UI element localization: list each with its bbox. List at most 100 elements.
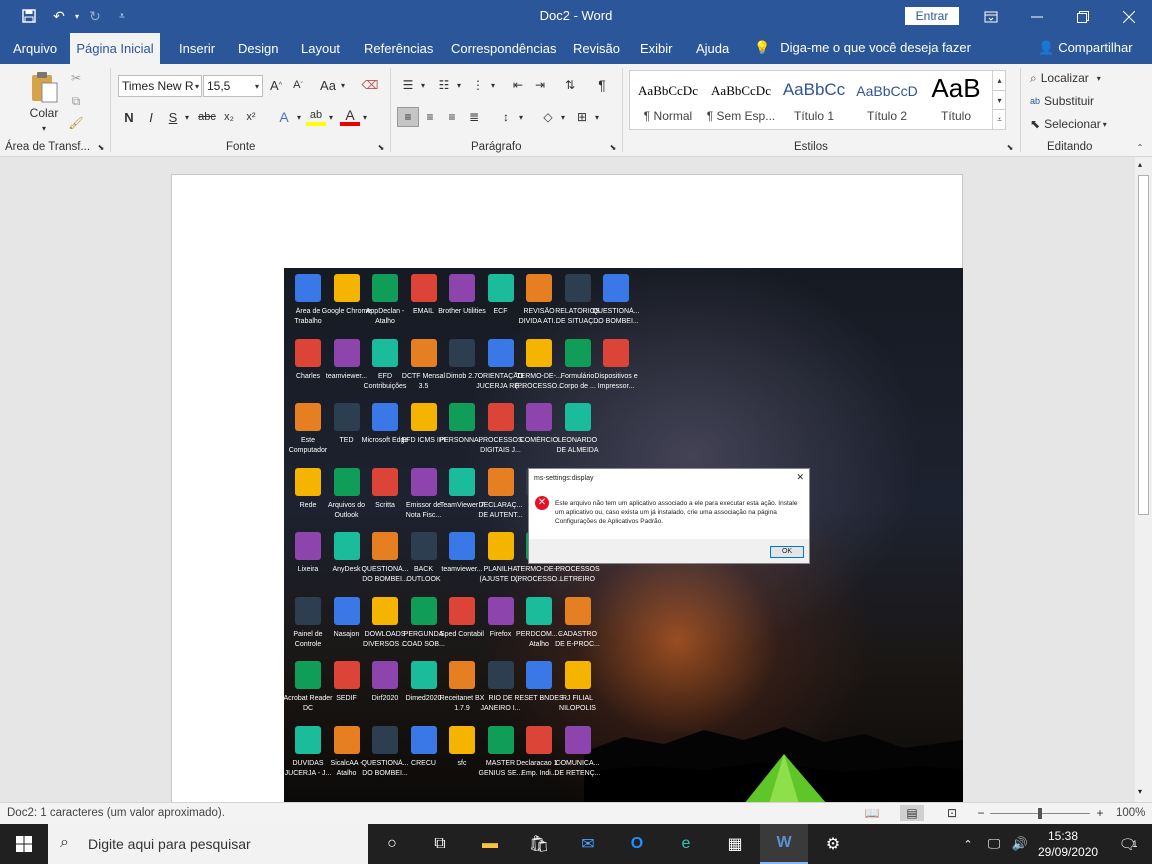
file-explorer-icon[interactable]: ▬ xyxy=(466,824,514,864)
style-heading-2[interactable]: AaBbCcD Título 2 xyxy=(851,71,923,129)
tab-design[interactable]: Design xyxy=(238,41,278,56)
desktop-icon[interactable]: COMUNICA... DE RETENÇ... xyxy=(554,720,601,784)
desktop-icon[interactable]: RJ FILIAL NILOPOLIS xyxy=(556,655,600,719)
word-taskbar-icon[interactable]: W xyxy=(760,824,808,864)
notifications-icon[interactable]: 🗨 1 xyxy=(1104,824,1152,864)
replace-button[interactable]: ab Substituir xyxy=(1030,93,1120,109)
restore-button[interactable] xyxy=(1060,0,1106,33)
tell-me-search[interactable]: 💡 Diga-me o que você deseja fazer xyxy=(754,40,971,56)
borders-dropdown-icon[interactable]: ▾ xyxy=(592,110,602,124)
store-icon[interactable]: 🛍 xyxy=(515,824,563,864)
text-effects-icon[interactable]: A xyxy=(274,108,294,126)
taskbar-search-input[interactable]: ⌕ Digite aqui para pesquisar xyxy=(48,824,368,864)
paste-dropdown-icon[interactable]: ▾ xyxy=(38,123,50,133)
minimize-button[interactable] xyxy=(1014,0,1060,33)
bold-button[interactable]: N xyxy=(120,108,138,126)
copy-icon[interactable]: ⧉ xyxy=(68,93,84,109)
cut-icon[interactable]: ✂ xyxy=(68,70,84,86)
edge-icon[interactable]: e xyxy=(662,824,710,864)
zoom-out-icon[interactable]: − xyxy=(975,805,987,821)
align-right-icon[interactable]: ≡ xyxy=(442,107,462,127)
tab-exibir[interactable]: Exibir xyxy=(640,41,673,56)
paragraph-launcher-icon[interactable]: ⬊ xyxy=(608,142,618,152)
ribbon-display-options-icon[interactable] xyxy=(968,0,1014,33)
print-layout-icon[interactable]: ▤ xyxy=(900,805,924,821)
windows-start-icon[interactable] xyxy=(0,824,48,864)
paste-button[interactable]: Colar xyxy=(22,105,66,121)
styles-more-icon[interactable]: ⩡ xyxy=(992,109,1006,129)
style-heading-1[interactable]: AaBbCc Título 1 xyxy=(778,71,850,129)
desktop-icon[interactable]: QUESTIONÁ... DO BOMBEI... xyxy=(592,268,640,332)
vertical-scrollbar[interactable]: ▴ ▾ xyxy=(1135,157,1152,802)
font-name-input[interactable]: Times New R xyxy=(118,75,202,97)
calculator-icon[interactable]: ▦ xyxy=(711,824,759,864)
borders-icon[interactable]: ⊞ xyxy=(572,107,592,127)
collapse-ribbon-icon[interactable]: ⌃ xyxy=(1134,142,1146,152)
highlight-dropdown-icon[interactable]: ▾ xyxy=(326,110,336,124)
zoom-in-icon[interactable]: + xyxy=(1094,805,1106,821)
show-hidden-icons-icon[interactable]: ⌃ xyxy=(956,824,980,864)
find-button[interactable]: ⌕ Localizar ▾ xyxy=(1030,70,1120,86)
tab-pagina-inicial[interactable]: Página Inicial xyxy=(70,33,160,64)
tab-referencias[interactable]: Referências xyxy=(364,41,433,56)
scrollbar-thumb[interactable] xyxy=(1138,175,1149,515)
volume-icon[interactable]: 🔊 xyxy=(1008,824,1032,864)
clear-formatting-icon[interactable]: ⌫ xyxy=(360,76,380,94)
shading-dropdown-icon[interactable]: ▾ xyxy=(558,110,568,124)
underline-button[interactable]: S xyxy=(164,108,182,126)
mail-icon[interactable]: ✉ xyxy=(564,824,612,864)
underline-dropdown-icon[interactable]: ▾ xyxy=(182,110,192,124)
signin-button[interactable]: Entrar xyxy=(905,7,959,25)
close-button[interactable] xyxy=(1106,0,1152,33)
strikethrough-button[interactable]: abc xyxy=(196,108,218,126)
dialog-ok-button[interactable]: OK xyxy=(770,546,804,558)
network-icon[interactable]: 🖵 xyxy=(982,824,1006,864)
desktop-icon[interactable]: LEONARDO DE ALMEIDA xyxy=(556,397,600,461)
shrink-font-icon[interactable]: Aˇ xyxy=(290,76,306,94)
font-color-icon[interactable]: A xyxy=(340,107,360,126)
align-center-icon[interactable]: ≡ xyxy=(420,107,440,127)
cortana-icon[interactable]: ○ xyxy=(368,824,416,864)
dialog-close-icon[interactable]: ✕ xyxy=(796,472,804,483)
subscript-button[interactable]: x₂ xyxy=(220,108,238,126)
desktop-icon[interactable]: CADASTRO DE E-PROC... xyxy=(555,591,600,655)
bullets-icon[interactable]: ☰ xyxy=(398,76,418,94)
font-launcher-icon[interactable]: ⬊ xyxy=(376,142,386,152)
desktop-icon[interactable]: Dispositivos e Impressor... xyxy=(594,333,638,397)
font-size-dropdown-icon[interactable]: ▾ xyxy=(252,79,262,93)
outlook-icon[interactable]: O xyxy=(613,824,661,864)
zoom-slider-thumb[interactable] xyxy=(1038,808,1042,819)
tab-inserir[interactable]: Inserir xyxy=(179,41,215,56)
taskbar-clock[interactable]: 15:38 29/09/2020 xyxy=(1038,828,1098,860)
align-left-icon[interactable]: ≡ xyxy=(397,107,419,127)
paste-icon[interactable] xyxy=(28,70,60,104)
select-button[interactable]: ⬉ Selecionar ▾ xyxy=(1030,116,1120,132)
style-no-spacing[interactable]: AaBbCcDc ¶ Sem Esp... xyxy=(705,71,777,129)
web-layout-icon[interactable]: ⊡ xyxy=(942,805,962,821)
show-formatting-icon[interactable]: ¶ xyxy=(592,76,612,94)
shading-icon[interactable]: ◇ xyxy=(538,107,558,127)
read-mode-icon[interactable]: 📖 xyxy=(862,805,882,821)
task-view-icon[interactable]: ⧉ xyxy=(416,824,464,864)
bullets-dropdown-icon[interactable]: ▾ xyxy=(418,78,428,92)
numbering-dropdown-icon[interactable]: ▾ xyxy=(454,78,464,92)
highlight-icon[interactable]: ab xyxy=(306,108,326,126)
settings-icon[interactable]: ⚙ xyxy=(809,824,857,864)
document-page[interactable]: Área de Trabalho Google Chrome AppDeclan -… xyxy=(171,174,963,814)
tab-arquivo[interactable]: Arquivo xyxy=(13,41,57,56)
line-spacing-dropdown-icon[interactable]: ▾ xyxy=(516,110,526,124)
scroll-down-icon[interactable]: ▾ xyxy=(1138,787,1142,796)
style-title[interactable]: AaB Título xyxy=(920,71,992,129)
numbering-icon[interactable]: ☷ xyxy=(434,76,454,94)
increase-indent-icon[interactable]: ⇥ xyxy=(530,76,550,94)
justify-icon[interactable]: ≣ xyxy=(464,107,484,127)
font-name-dropdown-icon[interactable]: ▾ xyxy=(192,79,202,93)
share-button[interactable]: 👤 Compartilhar xyxy=(1038,40,1133,56)
tab-correspondencias[interactable]: Correspondências xyxy=(451,41,557,56)
styles-scroll-down-icon[interactable]: ▾ xyxy=(992,90,1006,109)
decrease-indent-icon[interactable]: ⇤ xyxy=(508,76,528,94)
change-case-dropdown-icon[interactable]: ▾ xyxy=(338,78,348,92)
sort-icon[interactable]: ⇅ xyxy=(560,76,580,94)
style-normal[interactable]: AaBbCcDc ¶ Normal xyxy=(632,71,704,129)
styles-scroll-up-icon[interactable]: ▴ xyxy=(992,71,1006,90)
